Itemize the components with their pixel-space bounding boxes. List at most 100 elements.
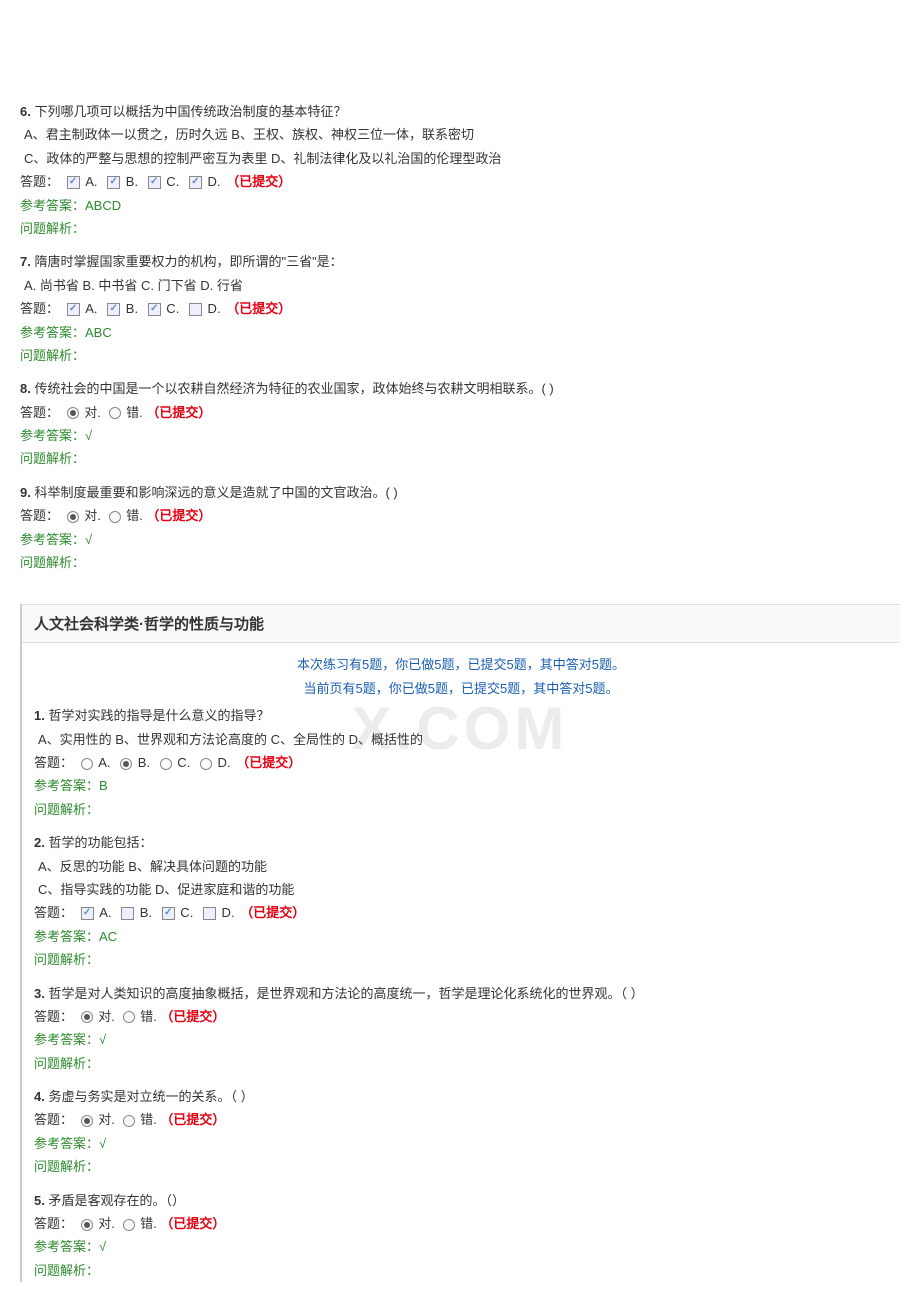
reference-answer: 参考答案：ABCD — [20, 194, 900, 217]
analysis-line: 问题解析： — [34, 1155, 888, 1178]
section-2-box: 人文社会科学类·哲学的性质与功能 本次练习有5题，你已做5题，已提交5题，其中答… — [20, 604, 900, 1282]
label-false: 错 — [140, 1112, 153, 1127]
option-label: A. — [82, 174, 98, 189]
question-options: A、实用性的 B、世界观和方法论高度的 C、全局性的 D、概括性的 — [34, 728, 888, 751]
question-block: 2. 哲学的功能包括： A、反思的功能 B、解决具体问题的功能 C、指导实践的功… — [34, 831, 888, 971]
question-text: 1. 哲学对实践的指导是什么意义的指导？ — [34, 704, 888, 727]
submitted-status: （已提交） — [226, 174, 291, 189]
label-true: 对 — [98, 1112, 111, 1127]
question-options: A、君主制政体一以贯之，历时久远 B、王权、族权、神权三位一体，联系密切 — [20, 123, 900, 146]
checkbox-b[interactable] — [107, 176, 120, 189]
question-block: 8. 传统社会的中国是一个以农耕自然经济为特征的农业国家，政体始终与农耕文明相联… — [20, 377, 900, 471]
submitted-status: （已提交） — [236, 755, 301, 770]
label-true: 对 — [98, 1009, 111, 1024]
label-true: 对 — [84, 405, 97, 420]
question-options: C、政体的严整与思想的控制严密互为表里 D、礼制法律化及以礼治国的伦理型政治 — [20, 147, 900, 170]
radio-b[interactable] — [120, 758, 132, 770]
summary-line-2: 当前页有5题，你已做5题，已提交5题，其中答对5题。 — [22, 677, 900, 700]
option-label: C. — [174, 755, 191, 770]
radio-d[interactable] — [200, 758, 212, 770]
reference-answer: 参考答案：√ — [34, 1132, 888, 1155]
question-text: 5. 矛盾是客观存在的。（） — [34, 1189, 888, 1212]
reference-answer: 参考答案：B — [34, 774, 888, 797]
submitted-status: （已提交） — [146, 405, 211, 420]
question-block: 6. 下列哪几项可以概括为中国传统政治制度的基本特征？ A、君主制政体一以贯之，… — [20, 100, 900, 240]
analysis-line: 问题解析： — [34, 1052, 888, 1075]
option-label: B. — [136, 905, 152, 920]
option-label: D. — [218, 905, 235, 920]
radio-false[interactable] — [123, 1219, 135, 1231]
question-options: A. 尚书省 B. 中书省 C. 门下省 D. 行省 — [20, 274, 900, 297]
analysis-line: 问题解析： — [20, 551, 900, 574]
checkbox-a[interactable] — [67, 303, 80, 316]
answer-line: 答题： 对. 错. （已提交） — [20, 504, 900, 527]
checkbox-d[interactable] — [189, 176, 202, 189]
radio-true[interactable] — [67, 407, 79, 419]
answer-line: 答题： 对. 错. （已提交） — [34, 1212, 888, 1235]
checkbox-c[interactable] — [162, 907, 175, 920]
answer-line: 答题： A. B. C. D. （已提交） — [20, 170, 900, 193]
radio-false[interactable] — [109, 511, 121, 523]
submitted-status: （已提交） — [160, 1112, 225, 1127]
checkbox-c[interactable] — [148, 303, 161, 316]
option-label: B. — [122, 174, 138, 189]
checkbox-d[interactable] — [189, 303, 202, 316]
reference-answer: 参考答案：√ — [20, 424, 900, 447]
checkbox-b[interactable] — [107, 303, 120, 316]
submitted-status: （已提交） — [160, 1009, 225, 1024]
question-text: 4. 务虚与务实是对立统一的关系。（ ） — [34, 1085, 888, 1108]
submitted-status: （已提交） — [146, 508, 211, 523]
analysis-line: 问题解析： — [34, 798, 888, 821]
radio-false[interactable] — [123, 1115, 135, 1127]
label-false: 错 — [140, 1216, 153, 1231]
analysis-line: 问题解析： — [34, 948, 888, 971]
analysis-line: 问题解析： — [20, 447, 900, 470]
label-false: 错 — [126, 405, 139, 420]
option-label: C. — [177, 905, 194, 920]
question-block: 5. 矛盾是客观存在的。（）答题： 对. 错. （已提交）参考答案：√问题解析： — [34, 1189, 888, 1283]
label-true: 对 — [84, 508, 97, 523]
question-text: 7. 隋唐时掌握国家重要权力的机构，即所谓的"三省"是： — [20, 250, 900, 273]
option-label: A. — [96, 905, 112, 920]
reference-answer: 参考答案：AC — [34, 925, 888, 948]
radio-false[interactable] — [109, 407, 121, 419]
checkbox-c[interactable] — [148, 176, 161, 189]
question-text: 2. 哲学的功能包括： — [34, 831, 888, 854]
radio-true[interactable] — [81, 1011, 93, 1023]
question-text: 6. 下列哪几项可以概括为中国传统政治制度的基本特征？ — [20, 100, 900, 123]
question-block: 7. 隋唐时掌握国家重要权力的机构，即所谓的"三省"是： A. 尚书省 B. 中… — [20, 250, 900, 367]
radio-true[interactable] — [81, 1115, 93, 1127]
option-label: A. — [82, 301, 98, 316]
summary-line-1: 本次练习有5题，你已做5题，已提交5题，其中答对5题。 — [22, 653, 900, 676]
question-text: 3. 哲学是对人类知识的高度抽象概括，是世界观和方法论的高度统一，哲学是理论化系… — [34, 982, 888, 1005]
option-label: B. — [122, 301, 138, 316]
section-2-title: 人文社会科学类·哲学的性质与功能 — [22, 604, 900, 643]
checkbox-b[interactable] — [121, 907, 134, 920]
option-label: C. — [163, 174, 180, 189]
submitted-status: （已提交） — [240, 905, 305, 920]
option-label: D. — [214, 755, 231, 770]
answer-line: 答题： A. B. C. D. （已提交） — [34, 901, 888, 924]
label-false: 错 — [140, 1009, 153, 1024]
checkbox-a[interactable] — [67, 176, 80, 189]
section-2-questions: 1. 哲学对实践的指导是什么意义的指导？ A、实用性的 B、世界观和方法论高度的… — [22, 704, 900, 1282]
option-label: B. — [134, 755, 150, 770]
question-block: 4. 务虚与务实是对立统一的关系。（ ）答题： 对. 错. （已提交）参考答案：… — [34, 1085, 888, 1179]
question-text: 8. 传统社会的中国是一个以农耕自然经济为特征的农业国家，政体始终与农耕文明相联… — [20, 377, 900, 400]
option-label: D. — [204, 174, 221, 189]
question-block: 1. 哲学对实践的指导是什么意义的指导？ A、实用性的 B、世界观和方法论高度的… — [34, 704, 888, 821]
analysis-line: 问题解析： — [20, 217, 900, 240]
submitted-status: （已提交） — [160, 1216, 225, 1231]
radio-a[interactable] — [81, 758, 93, 770]
answer-line: 答题： A. B. C. D. （已提交） — [20, 297, 900, 320]
question-options: C、指导实践的功能 D、促进家庭和谐的功能 — [34, 878, 888, 901]
radio-false[interactable] — [123, 1011, 135, 1023]
radio-true[interactable] — [67, 511, 79, 523]
checkbox-d[interactable] — [203, 907, 216, 920]
reference-answer: 参考答案：√ — [34, 1028, 888, 1051]
checkbox-a[interactable] — [81, 907, 94, 920]
label-true: 对 — [98, 1216, 111, 1231]
answer-line: 答题： A. B. C. D. （已提交） — [34, 751, 888, 774]
radio-c[interactable] — [160, 758, 172, 770]
radio-true[interactable] — [81, 1219, 93, 1231]
